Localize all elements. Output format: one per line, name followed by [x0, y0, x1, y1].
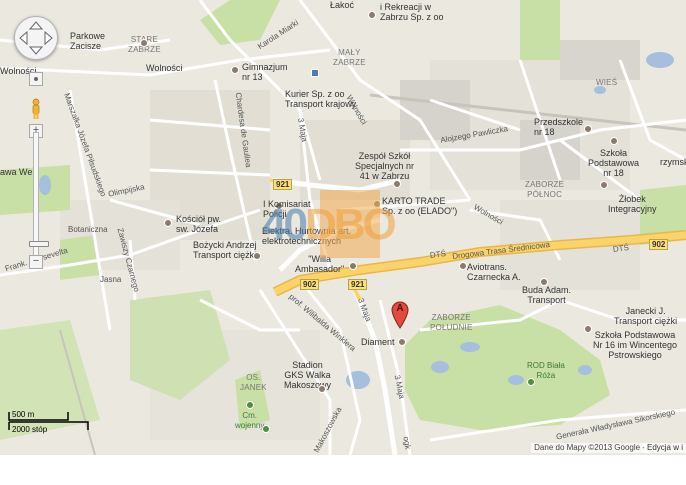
willa-poi-icon — [349, 262, 357, 270]
road-shield-921-b: 921 — [348, 279, 368, 290]
location-marker-a[interactable]: A — [391, 301, 409, 329]
gimnazjum-poi-icon — [231, 66, 239, 74]
zoom-handle[interactable] — [29, 241, 49, 247]
place-kosciol: Kościół pw. sw. Józefa — [176, 214, 222, 234]
pan-control[interactable] — [14, 16, 58, 60]
zespol-poi-icon — [393, 180, 401, 188]
place-lakoc: Łakoć — [330, 0, 355, 10]
watermark-prefix: 40 — [262, 200, 308, 249]
watermark-main: DBO — [304, 200, 397, 249]
pan-left-arrow-icon — [19, 30, 28, 46]
cmentarz2-poi-icon — [262, 425, 270, 433]
place-gimnazjum: Gimnazjum nr 13 — [242, 62, 288, 82]
scale-imperial: 2000 stóp — [12, 425, 48, 434]
map-canvas[interactable]: STAREZABRZE MAŁYZABRZE ZABORZEPÓŁNOC ZAB… — [0, 0, 686, 455]
zoom-control[interactable]: + − — [29, 72, 49, 272]
kosciol-poi-icon — [164, 219, 172, 227]
street-dts-right: DTŚ — [612, 243, 630, 254]
street-dts-left: DTŚ — [429, 249, 447, 260]
scale-metric: 500 m — [12, 410, 35, 419]
diament-poi-icon — [398, 338, 406, 346]
place-janecki: Janecki J. Transport ciężki — [614, 306, 678, 326]
pan-up-arrow-icon — [28, 21, 44, 30]
zoom-track[interactable] — [29, 132, 49, 256]
road-shield-902-b: 902 — [649, 239, 669, 250]
street-botaniczna: Botaniczna — [68, 225, 108, 234]
place-szkola-18: Szkoła Podstawowa nr 18 — [588, 148, 640, 178]
street-jasna: Jasna — [100, 275, 122, 284]
street-view-pegman-icon[interactable] — [31, 98, 41, 120]
place-diament: Diament — [361, 337, 395, 347]
place-wolnosci-mid: Wolności — [146, 63, 183, 73]
district-zaborze-polnoc: ZABORZE PÓŁNOC — [525, 180, 565, 199]
place-buda-adam: Buda Adam. Transport — [522, 285, 572, 305]
place-awa-we: awa We — [0, 167, 33, 177]
place-rekreacja: i Rekreacji w Zabrzu Sp. z oo — [380, 2, 444, 22]
place-przedszkole: Przedszkole nr 18 — [534, 117, 584, 137]
road-shield-921-a: 921 — [273, 179, 293, 190]
street-ogk: ogk — [401, 435, 413, 451]
zlobek-poi-icon — [600, 181, 608, 189]
buda-poi-icon — [540, 278, 548, 286]
zoom-out-button[interactable]: − — [29, 255, 43, 269]
district-wies: WIEŚ — [596, 78, 618, 87]
place-szkola-16: Szkoła Podstawowa Nr 16 im Wincentego Pstr… — [593, 330, 678, 360]
watermark-logo: 40DBO — [262, 190, 422, 260]
place-rzymsk: rzymsk — [660, 157, 686, 167]
place-zlobek: Żłobek Integracyjny — [608, 194, 657, 214]
zoom-reset-button[interactable] — [29, 72, 43, 86]
map-attribution: Dane do Mapy ©2013 Google - — [531, 443, 648, 453]
district-zaborze-poludnie: ZABORZE POŁUDNIE — [430, 313, 473, 332]
rekreacja-poi-icon — [368, 11, 376, 19]
szkola16-poi-icon — [584, 325, 592, 333]
place-zespol: Zespół Szkół Specjalnych nr 41 w Zabrzu — [355, 151, 415, 181]
district-maly-zabrze: MAŁY ZABRZE — [333, 48, 366, 67]
bozycki-poi-icon — [253, 252, 261, 260]
stadion-poi-icon — [318, 385, 326, 393]
przedszkole-poi-icon — [584, 125, 592, 133]
aviotrans-poi-icon — [459, 262, 467, 270]
place-aviotrans: Aviotrans. Czarnecka A. — [467, 262, 521, 282]
marker-letter: A — [396, 303, 404, 314]
transit-stop-icon — [311, 69, 319, 77]
district-os-janek: OS. JANEK — [240, 373, 267, 392]
place-parkowe-zacisze: Parkowe Zacisze — [70, 31, 106, 51]
parkowe-poi-icon — [140, 39, 148, 47]
edit-map-link[interactable]: Edycja w i — [643, 443, 686, 453]
road-shield-902-a: 902 — [300, 279, 320, 290]
cmentarz-poi-icon — [246, 401, 254, 409]
place-cmentarz: Cm. wojenny — [235, 411, 265, 430]
szkola18-poi-icon — [610, 137, 618, 145]
place-bozycki: Bożycki Andrzej Transport ciężki — [193, 240, 257, 260]
pan-down-arrow-icon — [28, 46, 44, 55]
pan-right-arrow-icon — [44, 30, 53, 46]
rod-poi-icon — [527, 378, 535, 386]
